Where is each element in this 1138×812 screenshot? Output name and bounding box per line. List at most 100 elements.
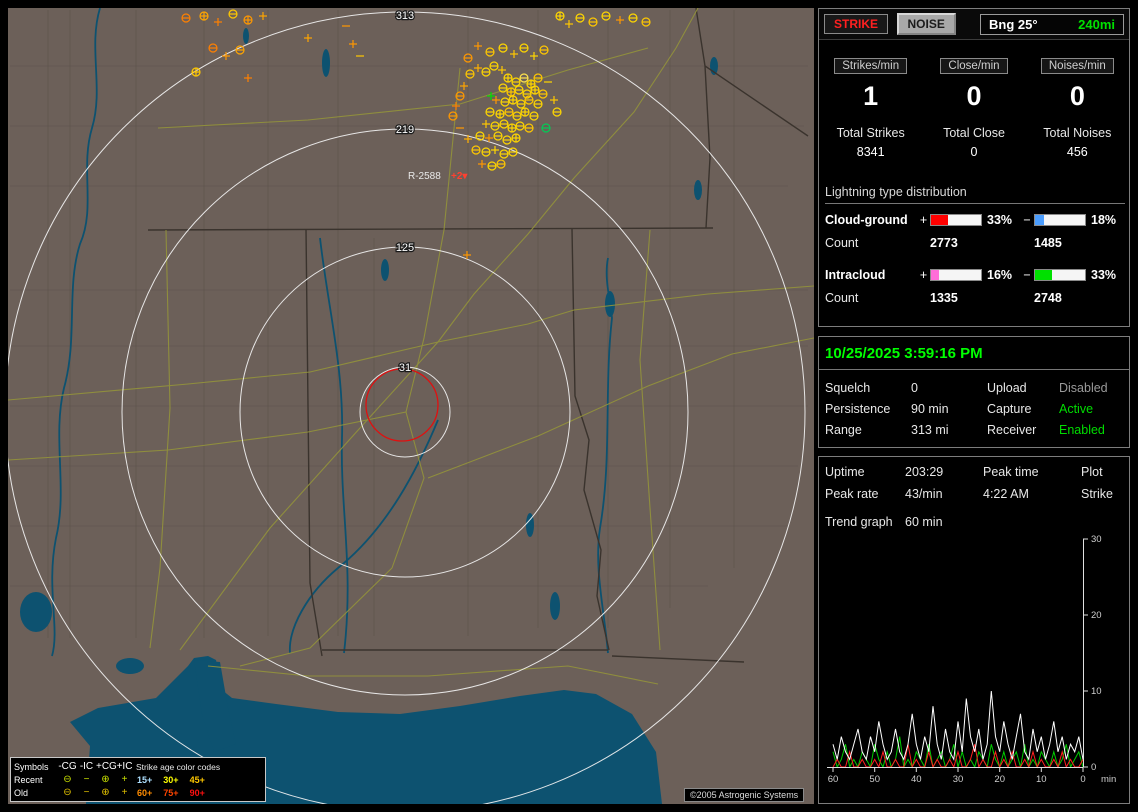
x-tick-40: 40 bbox=[911, 774, 922, 785]
ic-positive-bar bbox=[930, 269, 982, 281]
legend-col-pos-cg: +CG bbox=[96, 760, 117, 772]
close-per-min-button[interactable]: Close/min bbox=[940, 58, 1008, 74]
capture-label: Capture bbox=[987, 402, 1032, 416]
distribution-title: Lightning type distribution bbox=[825, 185, 1125, 204]
strike-symbol bbox=[555, 11, 565, 21]
side-panel: STRIKE NOISE Bng 25° 240mi Strikes/min 1… bbox=[818, 8, 1130, 804]
datetime-display: 10/25/2025 3:59:16 PM bbox=[819, 337, 1129, 370]
mode-header: STRIKE NOISE Bng 25° 240mi bbox=[819, 9, 1129, 40]
x-axis-unit: min bbox=[1101, 774, 1116, 785]
bearing-value: Bng 25° bbox=[989, 16, 1038, 32]
trend-graph-row: Trend graph 60 min bbox=[819, 501, 1129, 529]
x-tick-10: 10 bbox=[1036, 774, 1047, 785]
pos-ic-icon: + bbox=[121, 773, 128, 785]
total-strikes-label: Total Strikes bbox=[836, 126, 905, 140]
age-15: 15+ bbox=[137, 774, 153, 785]
cloud-ground-count-row: Count 2773 1485 bbox=[825, 236, 1125, 250]
age-90: 90+ bbox=[189, 787, 205, 798]
persistence-value: 90 min bbox=[911, 402, 949, 416]
cg-positive-pct: 33% bbox=[987, 213, 1013, 227]
x-tick-20: 20 bbox=[994, 774, 1005, 785]
trend-chart-canvas: 30 20 10 0 60 50 40 30 20 10 0 min bbox=[827, 534, 1117, 785]
cg-negative-count: 1485 bbox=[1034, 236, 1062, 250]
strike-symbol bbox=[530, 85, 540, 95]
persistence-label: Persistence bbox=[825, 402, 891, 416]
ring-label-313: 313 bbox=[396, 10, 414, 22]
peak-time-label: Peak time bbox=[983, 465, 1039, 479]
age-60: 60+ bbox=[137, 787, 153, 798]
age-30: 30+ bbox=[163, 774, 179, 785]
strike-symbol bbox=[199, 11, 209, 21]
totals-row: Total Strikes 8341 Total Close 0 Total N… bbox=[819, 126, 1129, 159]
uptime-label: Uptime bbox=[825, 465, 865, 479]
age-75: 75+ bbox=[163, 787, 179, 798]
trend-series bbox=[832, 690, 1084, 769]
ic-negative-count: 2748 bbox=[1034, 291, 1062, 305]
trend-graph-window: 60 min bbox=[905, 515, 943, 529]
storm-cell-label: R-2588 +2▾ bbox=[408, 171, 468, 182]
intracloud-row: Intracloud + 16% − 33% bbox=[825, 268, 1125, 282]
legend-col-neg-cg: -CG bbox=[58, 760, 77, 772]
total-noises-value: 456 bbox=[1066, 145, 1088, 159]
y-tick-0: 0 bbox=[1091, 762, 1096, 773]
counters-section: STRIKE NOISE Bng 25° 240mi Strikes/min 1… bbox=[818, 8, 1130, 327]
trend-section: Uptime 203:29 Peak time Plot Peak rate 4… bbox=[818, 456, 1130, 804]
pos-cg-icon: ⊕ bbox=[101, 773, 110, 785]
peak-time-value: 4:22 AM bbox=[983, 487, 1029, 501]
legend-col-pos-ic: +IC bbox=[116, 760, 133, 772]
map-view[interactable]: 313 219 125 31 R-2588 +2▾ Symbols -CG -I… bbox=[8, 8, 814, 804]
ic-positive-pct: 16% bbox=[987, 268, 1013, 282]
legend-symbols-title: Symbols bbox=[14, 761, 49, 772]
minus-sign: − bbox=[1023, 268, 1031, 282]
strike-symbol bbox=[507, 123, 517, 133]
storm-cell-trend: +2▾ bbox=[451, 171, 468, 182]
cloud-ground-label: Cloud-ground bbox=[825, 213, 908, 227]
legend-old-label: Old bbox=[14, 787, 29, 798]
y-tick-10: 10 bbox=[1091, 686, 1102, 697]
cg-positive-bar bbox=[930, 214, 982, 226]
plot-label: Plot bbox=[1081, 465, 1103, 479]
receiver-status: Enabled bbox=[1059, 423, 1105, 437]
neg-ic-icon: − bbox=[83, 773, 90, 785]
cloud-ground-row: Cloud-ground + 33% − 18% bbox=[825, 213, 1125, 227]
trend-series-close bbox=[832, 744, 1084, 769]
squelch-value: 0 bbox=[911, 381, 918, 395]
receiver-label: Receiver bbox=[987, 423, 1037, 437]
total-close-value: 0 bbox=[970, 145, 978, 159]
count-label: Count bbox=[825, 291, 859, 305]
pos-cg-icon: ⊕ bbox=[101, 786, 110, 798]
ring-label-219: 219 bbox=[396, 124, 414, 136]
strike-symbol bbox=[506, 87, 516, 97]
neg-cg-icon: ⊖ bbox=[63, 786, 72, 798]
strike-symbol bbox=[191, 67, 201, 77]
plus-sign: + bbox=[919, 268, 928, 282]
strike-mode-button[interactable]: STRIKE bbox=[824, 14, 889, 34]
strikes-per-min-button[interactable]: Strikes/min bbox=[834, 58, 908, 74]
neg-ic-icon: − bbox=[83, 786, 90, 798]
trend-graph-label: Trend graph bbox=[825, 515, 893, 529]
strike-symbol bbox=[243, 15, 253, 25]
neg-cg-icon: ⊖ bbox=[63, 773, 72, 785]
capture-status: Active bbox=[1059, 402, 1094, 416]
intracloud-count-row: Count 1335 2748 bbox=[825, 291, 1125, 305]
upload-status: Disabled bbox=[1059, 381, 1108, 395]
ic-negative-pct: 33% bbox=[1091, 268, 1117, 282]
y-tick-20: 20 bbox=[1091, 610, 1102, 621]
map-canvas[interactable]: 313 219 125 31 R-2588 +2▾ bbox=[8, 8, 814, 804]
noise-mode-button[interactable]: NOISE bbox=[896, 13, 956, 35]
legend-col-neg-ic: -IC bbox=[79, 760, 94, 772]
trend-chart: 30 20 10 0 60 50 40 30 20 10 0 min bbox=[821, 534, 1129, 796]
trend-axis-labels: 30 20 10 0 60 50 40 30 20 10 0 min bbox=[828, 534, 1117, 785]
bearing-range-box: Bng 25° 240mi bbox=[980, 13, 1124, 35]
strike-symbol bbox=[503, 73, 513, 83]
age-45: 45+ bbox=[189, 774, 205, 785]
strike-symbol bbox=[511, 133, 521, 143]
peak-rate-label: Peak rate bbox=[825, 487, 879, 501]
minus-sign: − bbox=[1023, 213, 1031, 227]
map-legend: Symbols -CG -IC +CG +IC Strike age color… bbox=[10, 757, 266, 802]
x-tick-50: 50 bbox=[869, 774, 880, 785]
legend-recent-label: Recent bbox=[14, 774, 43, 785]
copyright-credit: ©2005 Astrogenic Systems bbox=[684, 788, 805, 802]
cg-positive-count: 2773 bbox=[930, 236, 958, 250]
noises-per-min-button[interactable]: Noises/min bbox=[1040, 58, 1114, 74]
